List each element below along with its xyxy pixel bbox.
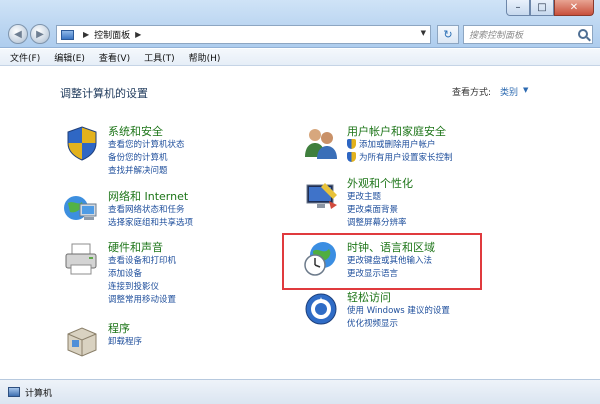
page-title: 调整计算机的设置 xyxy=(60,87,148,100)
forward-arrow-icon: ▶ xyxy=(36,28,44,40)
menu-help[interactable]: 帮助(H) xyxy=(189,51,221,64)
minimize-button[interactable]: – xyxy=(506,0,530,16)
control-panel-icon xyxy=(61,29,74,40)
link-uninstall-program[interactable]: 卸载程序 xyxy=(108,335,142,347)
link-add-device[interactable]: 添加设备 xyxy=(108,267,142,279)
status-text: 计算机 xyxy=(25,388,53,399)
breadcrumb-separator-icon[interactable]: ▶ xyxy=(83,30,89,39)
category-title-appearance[interactable]: 外观和个性化 xyxy=(347,175,413,191)
link-homegroup-sharing[interactable]: 选择家庭组和共享选项 xyxy=(108,216,193,228)
status-bar: 计算机 xyxy=(0,379,600,404)
menu-bar: 文件(F) 编辑(E) 查看(V) 工具(T) 帮助(H) xyxy=(0,49,600,66)
link-devices-printers[interactable]: 查看设备和打印机 xyxy=(108,254,176,266)
link-troubleshoot[interactable]: 查找并解决问题 xyxy=(108,164,168,176)
breadcrumb-separator-icon[interactable]: ▶ xyxy=(135,30,141,39)
link-network-status[interactable]: 查看网络状态和任务 xyxy=(108,203,185,215)
programs-box-icon[interactable] xyxy=(62,320,102,360)
search-input[interactable]: 搜索控制面板 xyxy=(463,25,593,44)
link-connect-projector[interactable]: 连接到投影仪 xyxy=(108,280,159,292)
close-button[interactable]: ✕ xyxy=(554,0,594,16)
link-backup-computer[interactable]: 备份您的计算机 xyxy=(108,151,168,163)
users-icon[interactable] xyxy=(301,123,341,163)
category-title-network-internet[interactable]: 网络和 Internet xyxy=(108,188,188,204)
address-dropdown-icon[interactable]: ▼ xyxy=(421,29,426,37)
category-appearance: 外观和个性化 更改主题 更改桌面背景 调整屏幕分辨率 xyxy=(301,175,521,231)
link-add-remove-users-label: 添加或删除用户帐户 xyxy=(359,140,436,150)
category-programs: 程序 卸载程序 xyxy=(62,320,262,360)
network-globe-icon[interactable] xyxy=(62,188,102,228)
link-view-computer-status[interactable]: 查看您的计算机状态 xyxy=(108,138,185,150)
category-title-hardware-sound[interactable]: 硬件和声音 xyxy=(108,239,163,255)
window-controls: – □ ✕ xyxy=(506,0,594,18)
link-add-remove-users[interactable]: 添加或删除用户帐户 xyxy=(347,138,436,150)
menu-file[interactable]: 文件(F) xyxy=(10,51,40,64)
view-by-dropdown-arrow-icon[interactable]: ▼ xyxy=(523,86,528,94)
appearance-monitor-icon[interactable] xyxy=(301,175,341,215)
control-panel-content: 调整计算机的设置 查看方式: 类别 ▼ 系统和安全 查看您的计算机状态 备份您的… xyxy=(0,67,600,378)
refresh-button[interactable]: ↻ xyxy=(437,25,459,44)
link-change-theme[interactable]: 更改主题 xyxy=(347,190,381,202)
refresh-icon: ↻ xyxy=(443,28,453,41)
link-optimize-video-display[interactable]: 优化视频显示 xyxy=(347,317,398,329)
menu-edit[interactable]: 编辑(E) xyxy=(54,51,85,64)
uac-shield-icon xyxy=(347,139,356,149)
link-change-background[interactable]: 更改桌面背景 xyxy=(347,203,398,215)
breadcrumb-control-panel[interactable]: 控制面板 xyxy=(94,28,130,41)
search-icon[interactable] xyxy=(578,29,588,39)
category-network-internet: 网络和 Internet 查看网络状态和任务 选择家庭组和共享选项 xyxy=(62,188,262,232)
category-hardware-sound: 硬件和声音 查看设备和打印机 添加设备 连接到投影仪 调整常用移动设置 xyxy=(62,239,262,309)
menu-view[interactable]: 查看(V) xyxy=(99,51,130,64)
category-ease-of-access: 轻松访问 使用 Windows 建议的设置 优化视频显示 xyxy=(301,289,521,333)
back-arrow-icon: ◀ xyxy=(14,28,22,40)
category-system-security: 系统和安全 查看您的计算机状态 备份您的计算机 查找并解决问题 xyxy=(62,123,262,183)
link-screen-resolution[interactable]: 调整屏幕分辨率 xyxy=(347,216,407,228)
system-security-shield-icon[interactable] xyxy=(62,123,102,163)
view-by-dropdown[interactable]: 类别 xyxy=(500,85,518,98)
highlight-box xyxy=(282,233,482,290)
category-title-ease-of-access[interactable]: 轻松访问 xyxy=(347,289,391,305)
category-user-accounts: 用户帐户和家庭安全 添加或删除用户帐户 为所有用户设置家长控制 xyxy=(301,123,521,167)
link-mobility-settings[interactable]: 调整常用移动设置 xyxy=(108,293,176,305)
view-by-label: 查看方式: xyxy=(452,88,492,98)
category-title-programs[interactable]: 程序 xyxy=(108,320,130,336)
ease-of-access-icon[interactable] xyxy=(301,289,341,329)
link-parental-controls-label: 为所有用户设置家长控制 xyxy=(359,153,453,163)
search-placeholder: 搜索控制面板 xyxy=(469,31,524,41)
category-title-system-security[interactable]: 系统和安全 xyxy=(108,123,163,139)
menu-tools[interactable]: 工具(T) xyxy=(144,51,175,64)
uac-shield-icon xyxy=(347,152,356,162)
back-button[interactable]: ◀ xyxy=(8,24,28,44)
category-title-user-accounts[interactable]: 用户帐户和家庭安全 xyxy=(347,123,446,139)
maximize-button[interactable]: □ xyxy=(530,0,554,16)
forward-button[interactable]: ▶ xyxy=(30,24,50,44)
computer-icon xyxy=(8,387,20,397)
title-bar: – □ ✕ ◀ ▶ ▶ 控制面板 ▶ ▼ ↻ 搜索控制面板 xyxy=(0,0,600,48)
printer-icon[interactable] xyxy=(62,239,102,279)
link-parental-controls[interactable]: 为所有用户设置家长控制 xyxy=(347,151,453,163)
address-bar[interactable]: ▶ 控制面板 ▶ ▼ xyxy=(56,25,431,44)
link-windows-recommended-settings[interactable]: 使用 Windows 建议的设置 xyxy=(347,304,450,316)
